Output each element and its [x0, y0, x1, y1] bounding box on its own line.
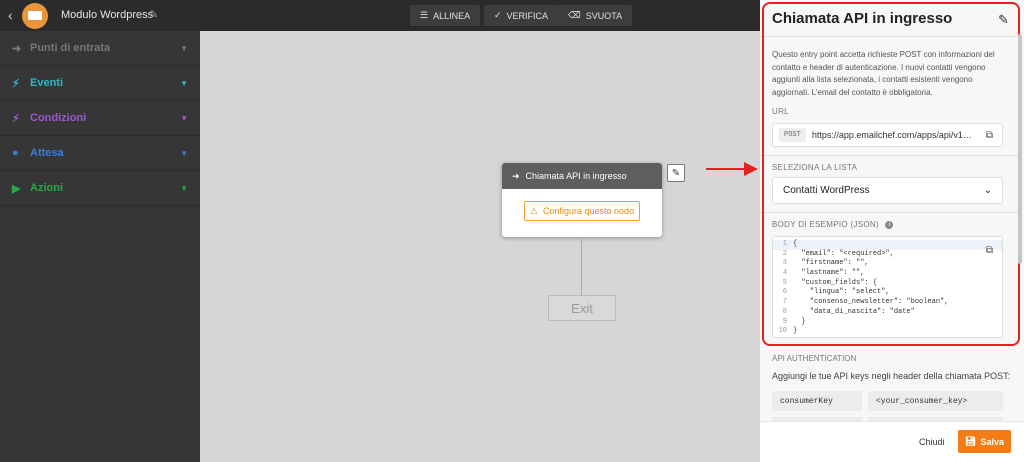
- back-icon[interactable]: ‹: [8, 7, 13, 23]
- close-button[interactable]: Chiudi: [919, 437, 945, 447]
- panel-scrollbar[interactable]: [1018, 34, 1022, 264]
- entry-icon: ➜: [12, 42, 22, 55]
- workflow-node[interactable]: ➜ Chiamata API in ingresso ⚠ Configura q…: [502, 163, 662, 237]
- align-button[interactable]: ☰ ALLINEA: [410, 5, 481, 26]
- chevron-down-icon: ▼: [180, 113, 188, 123]
- auth-key-field: consumerKey: [772, 391, 862, 411]
- branch-icon: ⚡︎: [12, 112, 20, 125]
- save-button[interactable]: 💾︎ Salva: [958, 430, 1011, 453]
- sidebar-item-events[interactable]: ⚡︎ Eventi ▼: [0, 66, 200, 101]
- sidebar-item-wait[interactable]: ● Attesa ▼: [0, 136, 200, 171]
- app-logo: [22, 3, 48, 29]
- node-connector: [581, 237, 582, 295]
- play-icon: ▶: [12, 182, 21, 195]
- sidebar-item-conditions[interactable]: ⚡︎ Condizioni ▼: [0, 101, 200, 136]
- edit-node-icon[interactable]: ✎: [667, 164, 685, 182]
- chevron-down-icon: ▼: [180, 183, 188, 193]
- page-title: Modulo Wordpress: [61, 9, 154, 21]
- eraser-icon: ⌫: [568, 10, 581, 20]
- sidebar: ➜ Punti di entrata ▼ ⚡︎ Eventi ▼ ⚡︎ Cond…: [0, 31, 200, 462]
- edit-title-icon[interactable]: ✎: [149, 8, 158, 21]
- node-header: ➜ Chiamata API in ingresso: [502, 163, 662, 189]
- bolt-icon: ⚡︎: [12, 77, 20, 90]
- warning-icon: ⚠: [529, 205, 538, 216]
- entry-icon: ➜: [512, 170, 520, 181]
- workflow-canvas[interactable]: [200, 31, 760, 462]
- chevron-down-icon: ▼: [180, 148, 188, 158]
- check-icon: ✓: [494, 10, 502, 20]
- chevron-down-icon: ▼: [180, 78, 188, 88]
- auth-value-field: <your_consumer_key>: [868, 391, 1003, 411]
- save-icon: 💾︎: [965, 436, 977, 446]
- exit-node: Exit: [548, 295, 616, 321]
- sidebar-item-entry-points[interactable]: ➜ Punti di entrata ▼: [0, 31, 200, 66]
- chevron-down-icon: ▼: [180, 43, 188, 53]
- highlight-box: [762, 2, 1020, 346]
- verify-button[interactable]: ✓ VERIFICA: [484, 5, 559, 26]
- auth-label: API AUTHENTICATION: [772, 354, 857, 363]
- configure-node-button[interactable]: ⚠ Configura questo nodo: [524, 201, 640, 221]
- sidebar-item-actions[interactable]: ▶ Azioni ▼: [0, 171, 200, 206]
- auth-description: Aggiungi le tue API keys negli header de…: [772, 371, 1011, 381]
- top-bar: ‹ Modulo Wordpress ✎ ☰ ALLINEA ✓ VERIFIC…: [0, 0, 760, 31]
- node-title: Chiamata API in ingresso: [525, 171, 627, 181]
- annotation-arrow: [706, 162, 758, 176]
- clock-icon: ●: [12, 147, 19, 159]
- clear-button[interactable]: ⌫ SVUOTA: [558, 5, 633, 26]
- align-icon: ☰: [420, 10, 429, 20]
